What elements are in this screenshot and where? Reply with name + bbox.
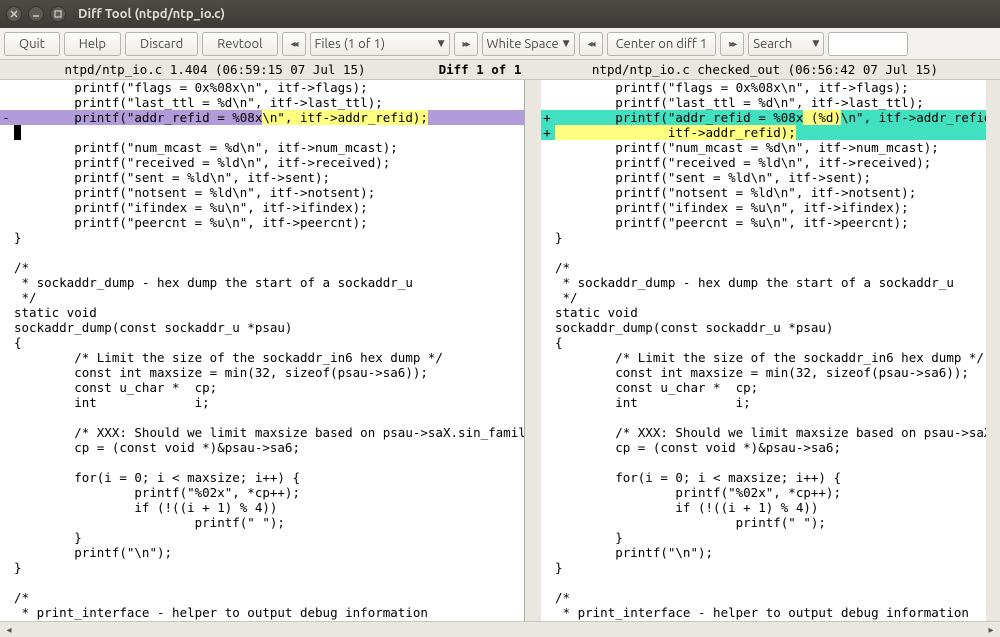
scroll-left-icon[interactable]: ◂ [2, 623, 16, 637]
next-diff-button[interactable]: ▸▸ [720, 32, 744, 56]
chevron-down-icon: ▼ [812, 38, 819, 49]
files-dropdown[interactable]: Files (1 of 1) ▼ [310, 32, 450, 56]
vertical-scrollbar-left[interactable] [525, 80, 541, 621]
right-code[interactable]: printf("flags = 0x%08x\n", itf->flags); … [553, 80, 1000, 621]
right-file-header: ntpd/ntp_io.c checked_out (06:56:42 07 J… [530, 62, 1000, 77]
diff-counter: Diff 1 of 1 [430, 62, 530, 77]
left-code[interactable]: printf("flags = 0x%08x\n", itf->flags); … [12, 80, 524, 621]
diff-panes: - printf("flags = 0x%08x\n", itf->flags)… [0, 80, 1000, 621]
maximize-icon[interactable] [50, 6, 66, 22]
next-file-button[interactable]: ▸▸ [454, 32, 478, 56]
close-icon[interactable] [6, 6, 22, 22]
discard-button[interactable]: Discard [125, 32, 198, 56]
search-input[interactable] [828, 32, 908, 56]
double-left-icon: ◂◂ [588, 38, 594, 50]
toolbar: Quit Help Discard Revtool ◂◂ Files (1 of… [0, 28, 1000, 60]
right-pane: ++ printf("flags = 0x%08x\n", itf->flags… [541, 80, 1000, 621]
horizontal-scrollbar[interactable]: ◂ ▸ [0, 621, 1000, 637]
double-left-icon: ◂◂ [290, 38, 296, 50]
center-diff-button[interactable]: Center on diff 1 [607, 32, 717, 56]
files-dropdown-label: Files (1 of 1) [315, 37, 386, 51]
help-button[interactable]: Help [64, 32, 121, 56]
search-label: Search [753, 37, 792, 51]
search-dropdown[interactable]: Search ▼ [748, 32, 824, 56]
whitespace-dropdown[interactable]: White Space ▼ [482, 32, 575, 56]
file-headers: ntpd/ntp_io.c 1.404 (06:59:15 07 Jul 15)… [0, 60, 1000, 80]
chevron-down-icon: ▼ [563, 38, 570, 49]
prev-file-button[interactable]: ◂◂ [282, 32, 306, 56]
right-gutter: ++ [541, 80, 553, 621]
left-gutter: - [0, 80, 12, 621]
left-file-header: ntpd/ntp_io.c 1.404 (06:59:15 07 Jul 15) [0, 62, 430, 77]
prev-diff-button[interactable]: ◂◂ [579, 32, 603, 56]
quit-button[interactable]: Quit [4, 32, 60, 56]
double-right-icon: ▸▸ [462, 38, 468, 50]
revtool-button[interactable]: Revtool [202, 32, 277, 56]
chevron-down-icon: ▼ [438, 38, 445, 49]
whitespace-label: White Space [487, 37, 559, 51]
vertical-scrollbar-right[interactable] [986, 80, 1000, 621]
left-pane: - printf("flags = 0x%08x\n", itf->flags)… [0, 80, 525, 621]
double-right-icon: ▸▸ [729, 38, 735, 50]
scroll-right-icon[interactable]: ▸ [984, 623, 998, 637]
minimize-icon[interactable] [28, 6, 44, 22]
window-titlebar: Diff Tool (ntpd/ntp_io.c) [0, 0, 1000, 28]
window-title: Diff Tool (ntpd/ntp_io.c) [78, 7, 225, 21]
